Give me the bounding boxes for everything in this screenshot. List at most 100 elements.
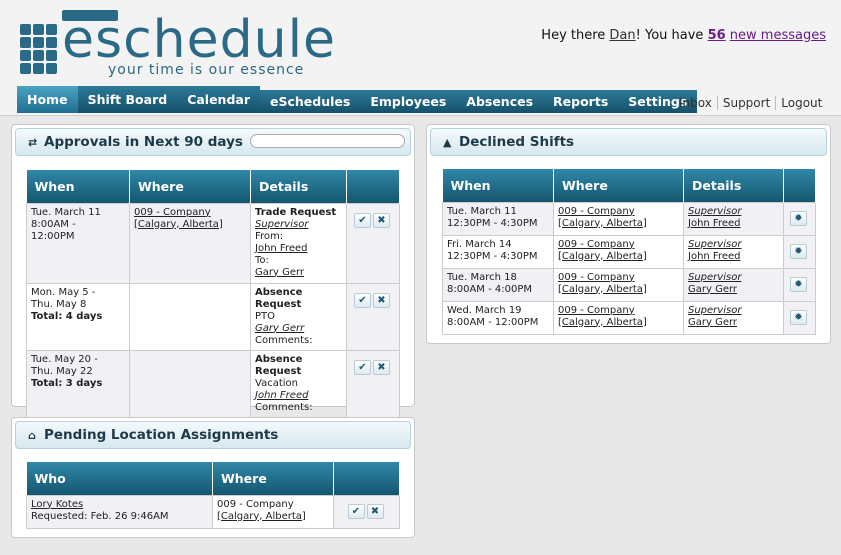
- to-employee-link[interactable]: Gary Gerr: [255, 267, 304, 278]
- logo-word: eschedule: [62, 10, 337, 70]
- greeting: Hey there Dan! You have 56 new messages: [541, 28, 826, 43]
- table-row: Tue. March 18 8:00AM - 4:00PM 009 - Compa…: [442, 267, 816, 302]
- details-cell: Absence Request Vacation John Freed Comment…: [250, 349, 347, 418]
- table-row: Wed. March 19 8:00AM - 12:00PM 009 - Comp…: [442, 300, 816, 335]
- approve-button[interactable]: ✔: [347, 504, 365, 519]
- where-cell: 009 - Company [Calgary, Alberta]: [129, 202, 251, 284]
- employee-link[interactable]: Gary Gerr: [688, 317, 737, 328]
- tab-eschedules[interactable]: eSchedules: [260, 90, 361, 113]
- col-details: Details: [683, 169, 784, 202]
- tab-absences[interactable]: Absences: [456, 90, 544, 113]
- employee-link[interactable]: John Freed: [255, 390, 308, 401]
- table-row: Lory Kotes Requested: Feb. 26 9:46AM 009 …: [26, 494, 400, 529]
- home-icon: ⌂: [28, 429, 36, 442]
- employee-link[interactable]: Gary Gerr: [255, 323, 304, 334]
- inbox-link[interactable]: Inbox: [674, 96, 718, 110]
- table-row: Fri. March 14 12:30PM - 4:30PM 009 - Comp…: [442, 234, 816, 269]
- employee-link[interactable]: John Freed: [688, 218, 741, 229]
- when-date: Fri. March 14: [447, 238, 512, 250]
- when-date: Tue. March 18: [447, 271, 517, 283]
- actions-cell: ✹: [783, 300, 816, 335]
- logout-link[interactable]: Logout: [776, 96, 827, 110]
- table-row: Tue. May 20 - Thu. May 22 Total: 3 days Ab…: [26, 349, 400, 418]
- city-link[interactable]: [Calgary, Alberta]: [558, 251, 647, 262]
- when-end: 12:00PM: [31, 230, 75, 242]
- logo[interactable]: eschedule your time is our essence: [20, 8, 340, 80]
- role-link[interactable]: Supervisor: [688, 272, 741, 283]
- gear-icon[interactable]: ✹: [790, 310, 807, 325]
- details-cell: Supervisor John Freed: [683, 201, 784, 236]
- reject-button[interactable]: ✖: [373, 359, 390, 375]
- role-link[interactable]: Supervisor: [688, 206, 741, 217]
- where-cell: 009 - Company [Calgary, Alberta]: [553, 267, 684, 302]
- approve-button[interactable]: ✔: [354, 359, 371, 375]
- tab-shift-board[interactable]: Shift Board: [77, 86, 178, 113]
- from-employee-link[interactable]: John Freed: [255, 243, 308, 254]
- employee-link[interactable]: Lory Kotes: [31, 499, 83, 510]
- role-link[interactable]: Supervisor: [255, 219, 308, 230]
- where-cell: 009 - Company [Calgary, Alberta]: [212, 494, 334, 529]
- col-details: Details: [250, 170, 347, 203]
- approvals-title: Approvals in Next 90 days: [44, 134, 243, 150]
- from-label: From:: [255, 230, 284, 242]
- location-link[interactable]: 009 - Company: [558, 305, 635, 316]
- tab-employees[interactable]: Employees: [360, 90, 457, 113]
- secondary-nav: eSchedules Employees Absences Reports Se…: [260, 90, 698, 113]
- to-label: To:: [255, 254, 269, 266]
- reject-button[interactable]: ✖: [366, 504, 384, 519]
- pending-table: Who Where Lory Kotes Requested: Feb. 26 9…: [26, 462, 400, 529]
- tab-calendar[interactable]: Calendar: [177, 86, 261, 113]
- swap-icon: ⇄: [28, 136, 38, 149]
- col-actions: [333, 462, 400, 495]
- location-link[interactable]: 009 - Company: [558, 206, 635, 217]
- approvals-header: ⇄ Approvals in Next 90 days: [15, 128, 411, 156]
- city-link[interactable]: [Calgary, Alberta]: [217, 511, 306, 522]
- city-link[interactable]: [Calgary, Alberta]: [558, 317, 647, 328]
- actions-cell: ✔ ✖: [346, 282, 400, 351]
- actions-cell: ✔ ✖: [346, 202, 400, 284]
- new-messages-link[interactable]: new messages: [730, 28, 826, 43]
- pending-header: ⌂ Pending Location Assignments: [15, 421, 411, 449]
- details-cell: Absence Request PTO Gary Gerr Comments:: [250, 282, 347, 351]
- approve-button[interactable]: ✔: [354, 292, 371, 308]
- where-cell: [129, 349, 251, 418]
- gear-icon[interactable]: ✹: [790, 244, 807, 259]
- when-time: 12:30PM - 4:30PM: [447, 250, 538, 262]
- gear-icon[interactable]: ✹: [790, 277, 807, 292]
- location-name: 009 - Company: [217, 498, 294, 510]
- tab-reports[interactable]: Reports: [543, 90, 619, 113]
- greeting-middle: ! You have: [635, 28, 708, 43]
- city-link[interactable]: [Calgary, Alberta]: [134, 219, 223, 230]
- city-link[interactable]: [Calgary, Alberta]: [558, 284, 647, 295]
- location-link[interactable]: 009 - Company: [558, 239, 635, 250]
- when-cell: Tue. March 11 8:00AM -12:00PM: [26, 202, 130, 284]
- when-cell: Wed. March 19 8:00AM - 12:00PM: [442, 300, 554, 335]
- reject-button[interactable]: ✖: [373, 292, 390, 308]
- where-cell: 009 - Company [Calgary, Alberta]: [553, 201, 684, 236]
- declined-header: ▲ Declined Shifts: [430, 128, 827, 156]
- location-link[interactable]: 009 - Company: [558, 272, 635, 283]
- role-link[interactable]: Supervisor: [688, 239, 741, 250]
- employee-link[interactable]: John Freed: [688, 251, 741, 262]
- location-link[interactable]: 009 - Company: [134, 207, 211, 218]
- reject-button[interactable]: ✖: [373, 212, 390, 228]
- table-row: Tue. March 11 12:30PM - 4:30PM 009 - Comp…: [442, 201, 816, 236]
- message-count-link[interactable]: 56: [708, 28, 726, 43]
- comments-label: Comments:: [255, 401, 313, 413]
- role-link[interactable]: Supervisor: [688, 305, 741, 316]
- support-link[interactable]: Support: [718, 96, 777, 110]
- pending-panel: ⌂ Pending Location Assignments Who Where …: [11, 417, 415, 538]
- col-when: When: [442, 169, 554, 202]
- request-type: Absence Request: [255, 353, 303, 377]
- user-link[interactable]: Dan: [609, 28, 635, 43]
- when-date: Tue. March 11: [447, 205, 517, 217]
- total-days: Total: 4 days: [31, 310, 103, 322]
- utility-links: Inbox Support Logout: [674, 96, 827, 110]
- city-link[interactable]: [Calgary, Alberta]: [558, 218, 647, 229]
- tab-home[interactable]: Home: [17, 86, 78, 113]
- gear-icon[interactable]: ✹: [790, 211, 807, 226]
- when-cell: Tue. March 11 12:30PM - 4:30PM: [442, 201, 554, 236]
- approvals-progress-bar: [250, 134, 405, 148]
- employee-link[interactable]: Gary Gerr: [688, 284, 737, 295]
- approve-button[interactable]: ✔: [354, 212, 371, 228]
